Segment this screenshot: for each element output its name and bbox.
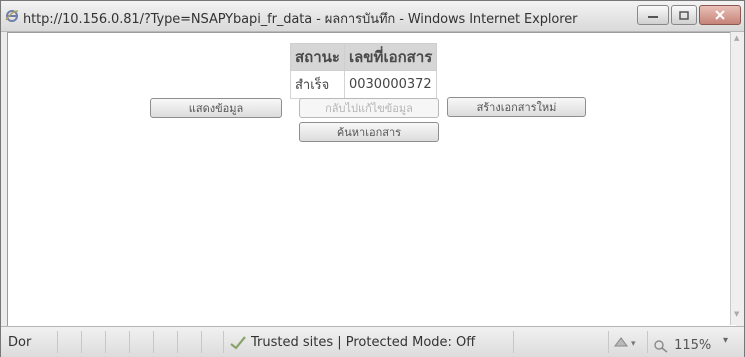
internet-explorer-icon bbox=[5, 10, 19, 22]
maximize-button[interactable] bbox=[671, 5, 697, 25]
status-text: Dor bbox=[8, 335, 32, 350]
close-button[interactable] bbox=[699, 5, 741, 25]
status-separator bbox=[129, 331, 130, 353]
security-status-control[interactable]: ▾ bbox=[612, 334, 642, 354]
column-header-document-number: เลขที่เอกสาร bbox=[343, 43, 438, 71]
browser-window: http://10.156.0.81/?Type=NSAPYbapi_fr_da… bbox=[0, 0, 745, 357]
table-header-row: สถานะ เลขที่เอกสาร bbox=[290, 43, 438, 71]
document-number-cell: 0030000372 bbox=[343, 70, 438, 99]
new-document-button[interactable]: สร้างเอกสารใหม่ bbox=[447, 97, 586, 117]
vertical-scrollbar[interactable]: ▲ ▼ bbox=[730, 32, 744, 325]
minimize-icon bbox=[648, 16, 658, 18]
status-separator bbox=[608, 331, 609, 353]
status-separator bbox=[223, 331, 224, 353]
table-row: สำเร็จ 0030000372 bbox=[290, 70, 438, 99]
result-table: สถานะ เลขที่เอกสาร สำเร็จ 0030000372 bbox=[290, 43, 438, 99]
search-document-button[interactable]: ค้นหาเอกสาร bbox=[299, 122, 439, 142]
back-edit-button[interactable]: กลับไปแก้ไขข้อมูล bbox=[299, 98, 439, 118]
status-separator bbox=[177, 331, 178, 353]
status-cell: สำเร็จ bbox=[290, 70, 345, 99]
status-separator bbox=[153, 331, 154, 353]
zoom-level: 115% bbox=[674, 338, 712, 353]
status-separator bbox=[57, 331, 58, 353]
security-zone-text[interactable]: Trusted sites | Protected Mode: Off bbox=[251, 335, 475, 350]
status-separator bbox=[201, 331, 202, 353]
zoom-icon bbox=[654, 339, 668, 353]
minimize-button[interactable] bbox=[637, 5, 669, 25]
window-title: http://10.156.0.81/?Type=NSAPYbapi_fr_da… bbox=[23, 12, 578, 27]
column-header-status: สถานะ bbox=[290, 43, 345, 71]
status-separator bbox=[81, 331, 82, 353]
svg-text:▾: ▾ bbox=[631, 339, 636, 349]
show-data-button[interactable]: แสดงข้อมูล bbox=[150, 98, 282, 118]
title-bar[interactable]: http://10.156.0.81/?Type=NSAPYbapi_fr_da… bbox=[1, 1, 744, 32]
status-separator bbox=[105, 331, 106, 353]
status-bar: Dor Trusted sites | Protected Mode: Off … bbox=[1, 326, 744, 357]
close-icon bbox=[715, 10, 725, 20]
checkmark-icon bbox=[230, 336, 246, 350]
scroll-down-icon[interactable]: ▼ bbox=[734, 310, 739, 318]
scroll-up-icon[interactable]: ▲ bbox=[734, 34, 739, 42]
zoom-dropdown-icon[interactable]: ▾ bbox=[723, 335, 728, 346]
maximize-icon bbox=[679, 10, 689, 20]
security-icon: ▾ bbox=[614, 337, 636, 349]
status-separator bbox=[513, 331, 514, 353]
status-separator bbox=[647, 331, 648, 353]
zoom-control[interactable]: 115% bbox=[653, 335, 711, 354]
